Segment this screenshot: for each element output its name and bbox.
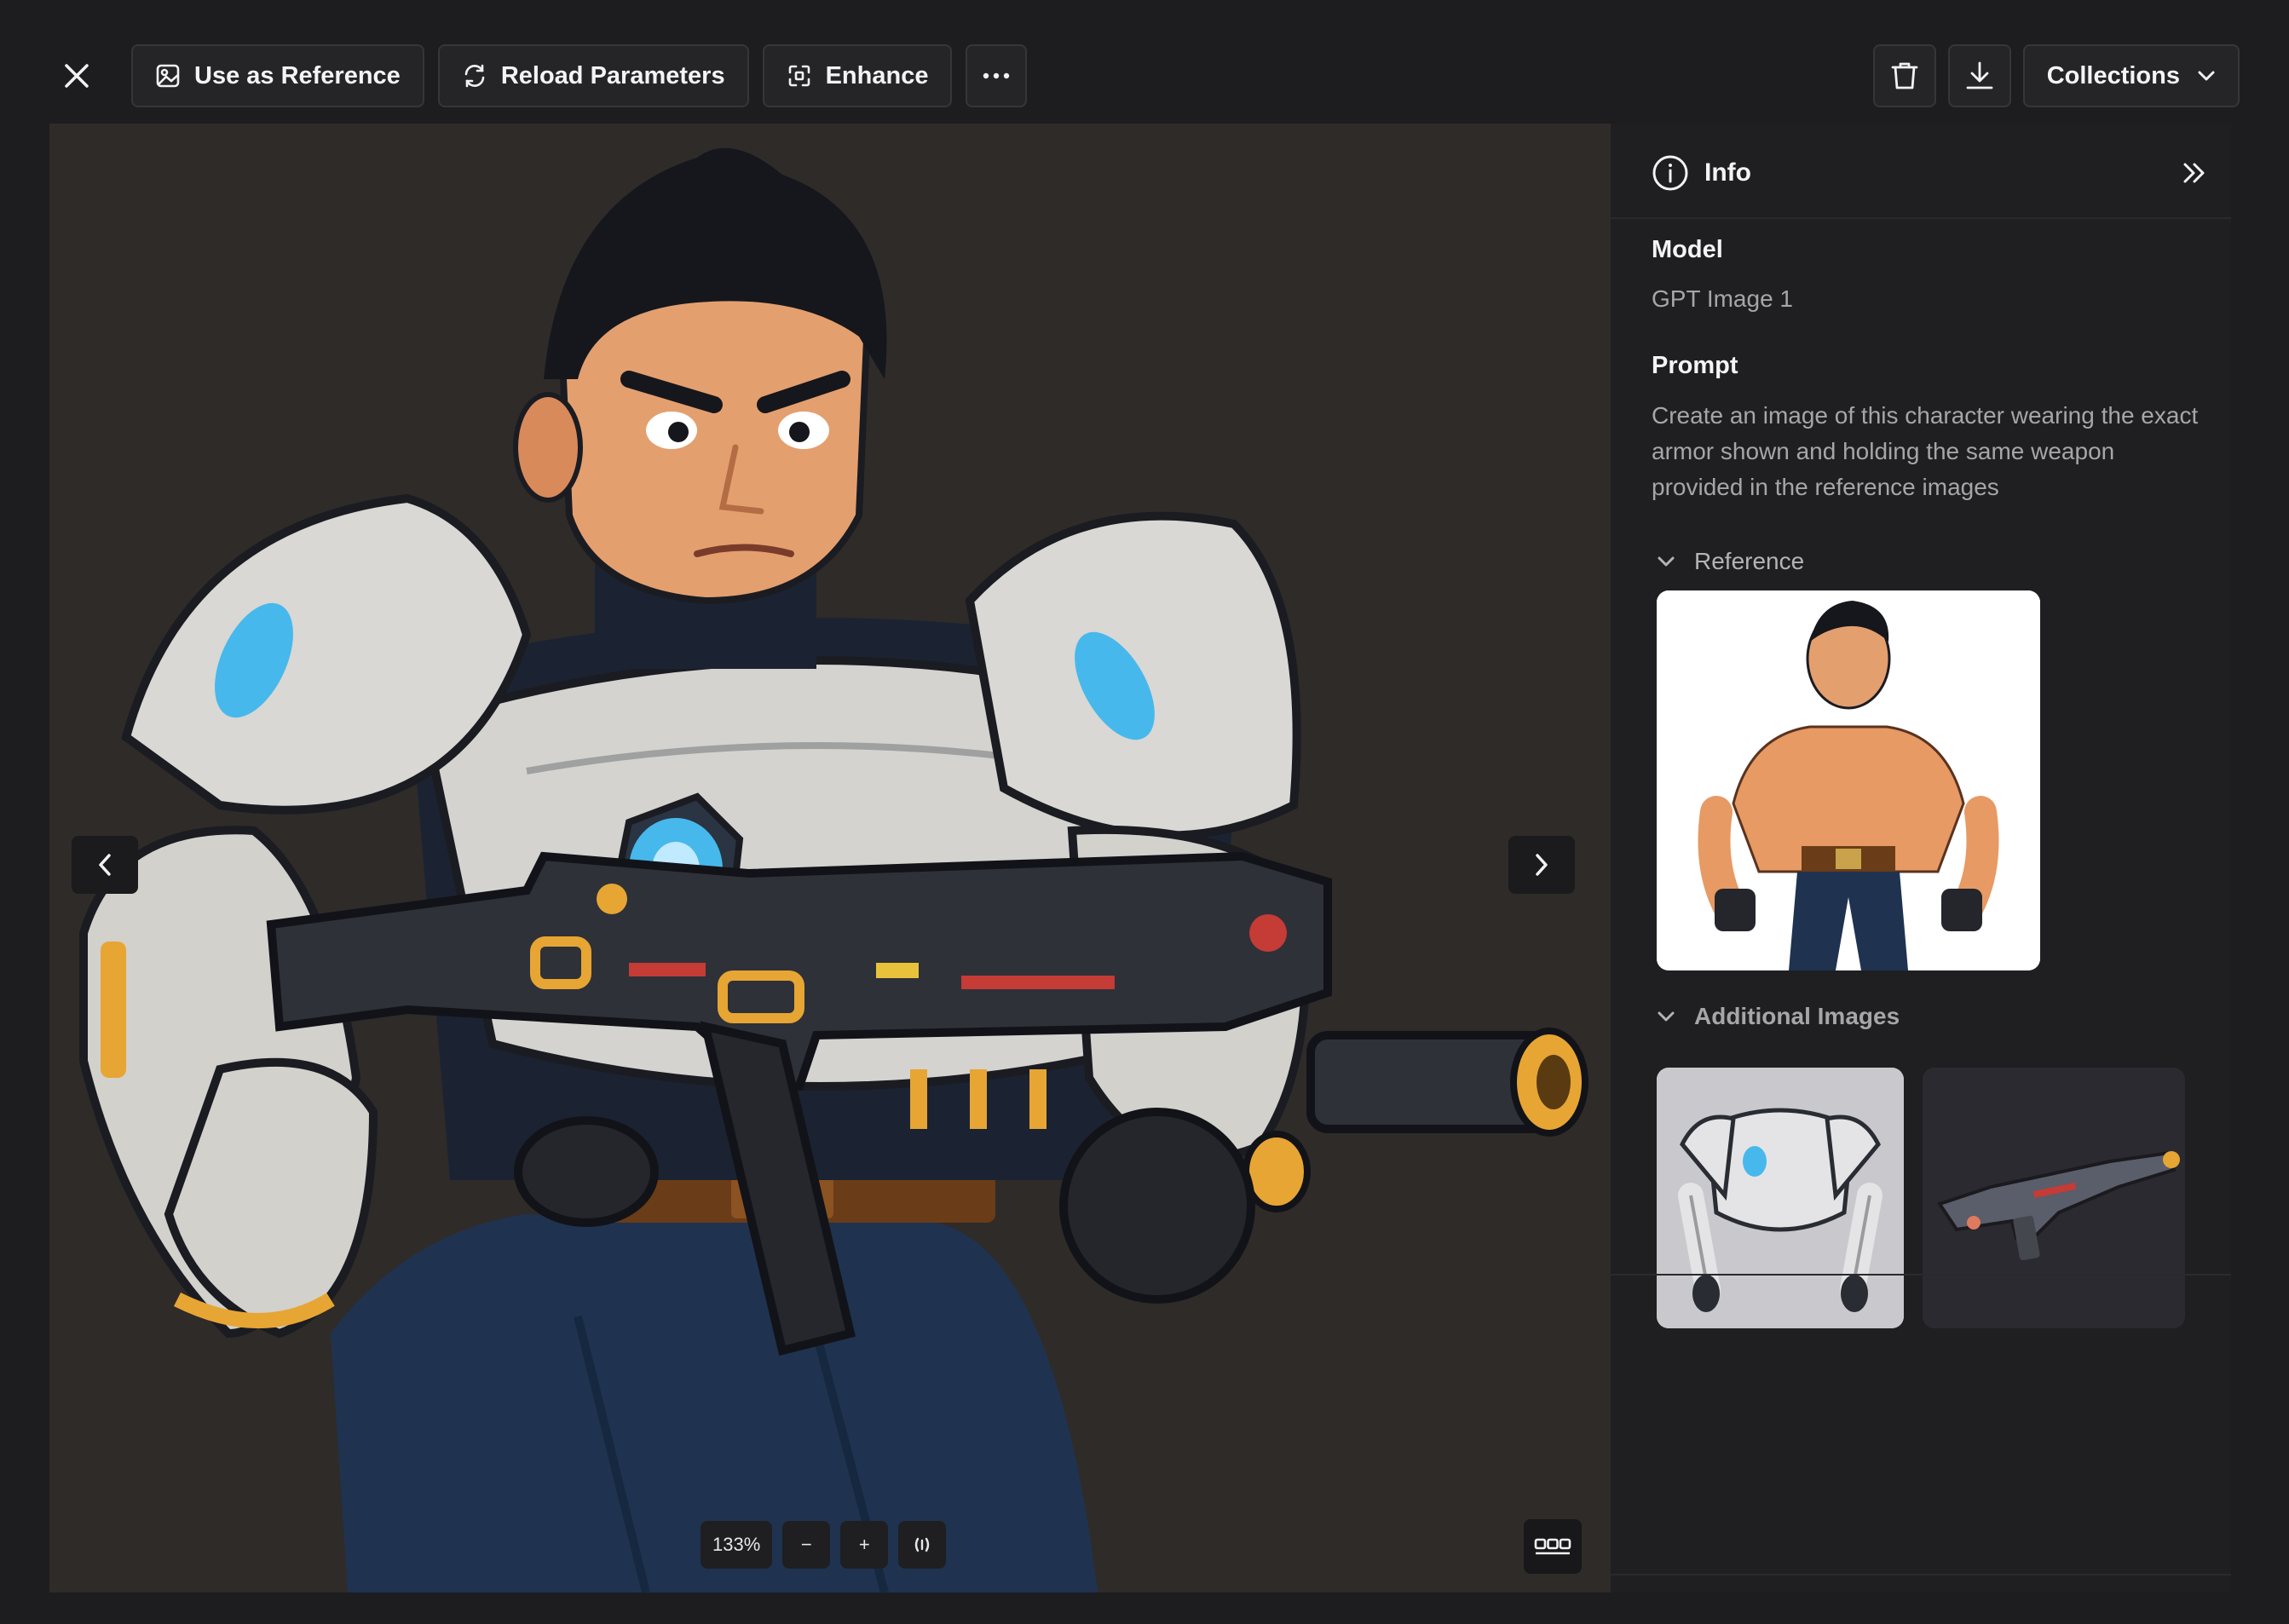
close-button[interactable] (49, 49, 104, 103)
use-as-reference-button[interactable]: Use as Reference (131, 44, 424, 107)
generated-image (49, 124, 1611, 1592)
use-as-reference-label: Use as Reference (194, 61, 401, 89)
trash-icon (1891, 62, 1918, 89)
reference-section-toggle[interactable]: Reference (1657, 548, 1804, 575)
top-toolbar: Use as Reference Reload Parameters Enhan… (49, 36, 2240, 116)
collections-label: Collections (2046, 61, 2180, 89)
additional-image-rifle-thumbnail[interactable] (1923, 1068, 2185, 1328)
prompt-label: Prompt (1652, 352, 1738, 379)
panel-divider (1611, 1274, 2231, 1276)
reload-parameters-label: Reload Parameters (500, 61, 725, 89)
reload-parameters-button[interactable]: Reload Parameters (437, 44, 749, 107)
panel-bottom-divider (1611, 1574, 2231, 1575)
zoom-controls: 133% − + (701, 1521, 947, 1569)
info-panel-header: Info (1652, 149, 2207, 197)
gallery-grid-icon (1534, 1538, 1571, 1555)
enhance-icon (788, 65, 810, 87)
model-label: Model (1652, 236, 1723, 263)
additional-images-section-toggle[interactable]: Additional Images (1657, 1003, 1900, 1030)
more-horizontal-icon (983, 72, 1010, 79)
panel-divider (1611, 217, 2231, 219)
enhance-button[interactable]: Enhance (762, 44, 953, 107)
info-panel: Info Model GPT Image 1 Prompt Create an … (1611, 124, 2231, 1592)
delete-button[interactable] (1872, 44, 1936, 107)
zoom-out-button[interactable]: − (782, 1521, 831, 1569)
fit-width-button[interactable] (898, 1521, 947, 1569)
collections-dropdown[interactable]: Collections (2022, 44, 2240, 107)
prompt-value: Create an image of this character wearin… (1652, 402, 2199, 500)
reference-label: Reference (1694, 548, 1805, 574)
image-viewer-window: Use as Reference Reload Parameters Enhan… (0, 0, 2289, 1624)
chevrons-right-icon[interactable] (2182, 162, 2207, 184)
reference-image-thumbnail[interactable] (1657, 590, 2040, 970)
info-panel-title: Info (1704, 158, 1751, 187)
chevron-right-icon (1536, 854, 1548, 876)
download-icon (1966, 61, 1993, 89)
close-icon (65, 64, 89, 88)
info-icon (1652, 155, 1688, 191)
next-image-button[interactable] (1508, 836, 1575, 894)
image-icon (156, 64, 180, 88)
armor-image (1657, 1068, 1904, 1328)
chevron-down-icon (1658, 556, 1675, 567)
download-button[interactable] (1947, 44, 2011, 107)
zoom-in-button[interactable]: + (840, 1521, 889, 1569)
chevron-down-icon (2198, 71, 2215, 81)
more-options-button[interactable] (966, 44, 1028, 107)
additional-images-label: Additional Images (1694, 1003, 1900, 1029)
rifle-image (1923, 1068, 2185, 1328)
model-value: GPT Image 1 (1652, 285, 1794, 312)
zoom-level[interactable]: 133% (701, 1521, 773, 1569)
image-canvas[interactable]: 133% − + (49, 124, 1611, 1592)
enhance-label: Enhance (825, 61, 929, 89)
chevron-left-icon (99, 854, 111, 876)
refresh-icon (464, 64, 485, 88)
gallery-toggle-button[interactable] (1524, 1519, 1582, 1574)
previous-image-button[interactable] (72, 836, 138, 894)
chevron-down-icon (1658, 1011, 1675, 1022)
additional-image-armor-thumbnail[interactable] (1657, 1068, 1904, 1328)
fit-width-icon (915, 1537, 930, 1552)
reference-image (1657, 590, 2040, 970)
